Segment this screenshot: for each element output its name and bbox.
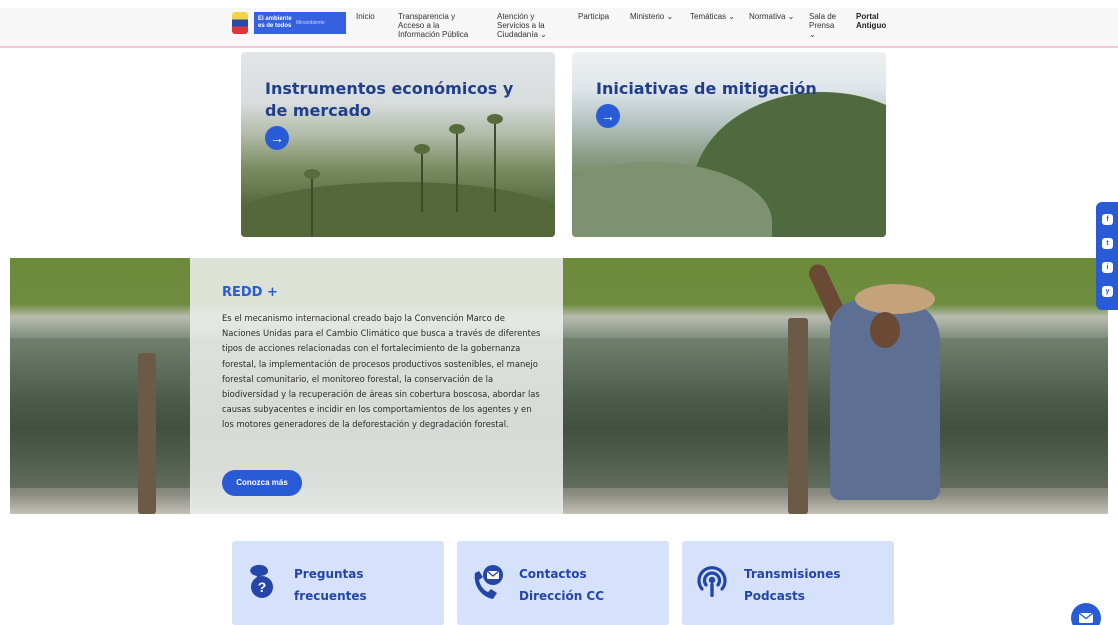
nav-portal-antiguo[interactable]: Portal Antiguo [856, 12, 896, 30]
person-hat [855, 284, 935, 314]
nav-atencion[interactable]: Atención y Servicios a la Ciudadanía ⌄ [497, 12, 559, 39]
nav-normativa[interactable]: Normativa ⌄ [749, 12, 794, 21]
card-title: Iniciativas de mitigación [596, 79, 817, 98]
svg-text:?: ? [258, 579, 267, 595]
site-logo[interactable]: El ambiente es de todos Minambiente [232, 12, 346, 34]
arrow-right-icon[interactable]: → [265, 126, 289, 150]
quick-link-label: Preguntas frecuentes [294, 567, 367, 603]
social-sidebar: f t i y [1096, 202, 1118, 310]
youtube-icon[interactable]: y [1102, 286, 1113, 297]
card-title: Instrumentos económicos y de mercado [265, 79, 514, 120]
redd-description: Es el mecanismo internacional creado baj… [222, 313, 541, 430]
wooden-post [138, 353, 156, 514]
quick-link-label: Transmisiones Podcasts [744, 567, 841, 603]
podcast-icon [697, 566, 727, 597]
contact-icon [474, 565, 503, 599]
card-iniciativas-mitigacion[interactable]: Iniciativas de mitigación → [572, 52, 886, 237]
quick-link-contactos[interactable]: Contactos Dirección CC [457, 541, 669, 625]
arrow-right-icon[interactable]: → [596, 104, 620, 128]
quick-link-label: Contactos Dirección CC [519, 567, 605, 603]
nav-inicio[interactable]: Inicio [356, 12, 375, 21]
envelope-icon [1078, 612, 1094, 623]
instagram-icon[interactable]: i [1102, 262, 1113, 273]
facebook-icon[interactable]: f [1102, 214, 1113, 225]
quick-link-transmisiones[interactable]: Transmisiones Podcasts [682, 541, 894, 625]
wooden-post [788, 318, 808, 514]
top-navigation-bar: El ambiente es de todos Minambiente Inic… [0, 0, 1118, 48]
quick-link-preguntas[interactable]: ? Preguntas frecuentes [232, 541, 444, 625]
mail-chat-button[interactable] [1071, 603, 1101, 625]
colombia-crest-icon [232, 12, 248, 34]
conozca-mas-button[interactable]: Conozca más [222, 470, 302, 496]
nav-sala-de-prensa[interactable]: Sala de Prensa ⌄ [809, 12, 843, 39]
card-1-palm [414, 144, 430, 212]
brand-sub-text: Minambiente [296, 20, 325, 26]
person-head [870, 312, 900, 348]
card-1-vegetation [241, 182, 555, 237]
topbar-top-strip [0, 0, 1118, 8]
twitter-icon[interactable]: t [1102, 238, 1113, 249]
brand-main-text: El ambiente es de todos [258, 16, 292, 29]
nav-participa[interactable]: Participa [578, 12, 609, 21]
brand-box: El ambiente es de todos Minambiente [254, 12, 346, 34]
card-1-palm [487, 114, 503, 212]
card-1-palm [304, 169, 320, 237]
page: El ambiente es de todos Minambiente Inic… [0, 0, 1118, 625]
redd-title: REDD + [222, 285, 278, 300]
nav-transparencia[interactable]: Transparencia y Acceso a la Información … [398, 12, 480, 39]
nav-ministerio[interactable]: Ministerio ⌄ [630, 12, 673, 21]
card-1-palm [449, 124, 465, 212]
nav-tematicas[interactable]: Temáticas ⌄ [690, 12, 735, 21]
card-instrumentos-economicos[interactable]: Instrumentos económicos y de mercado → [241, 52, 555, 237]
faq-icon: ? [250, 564, 273, 598]
